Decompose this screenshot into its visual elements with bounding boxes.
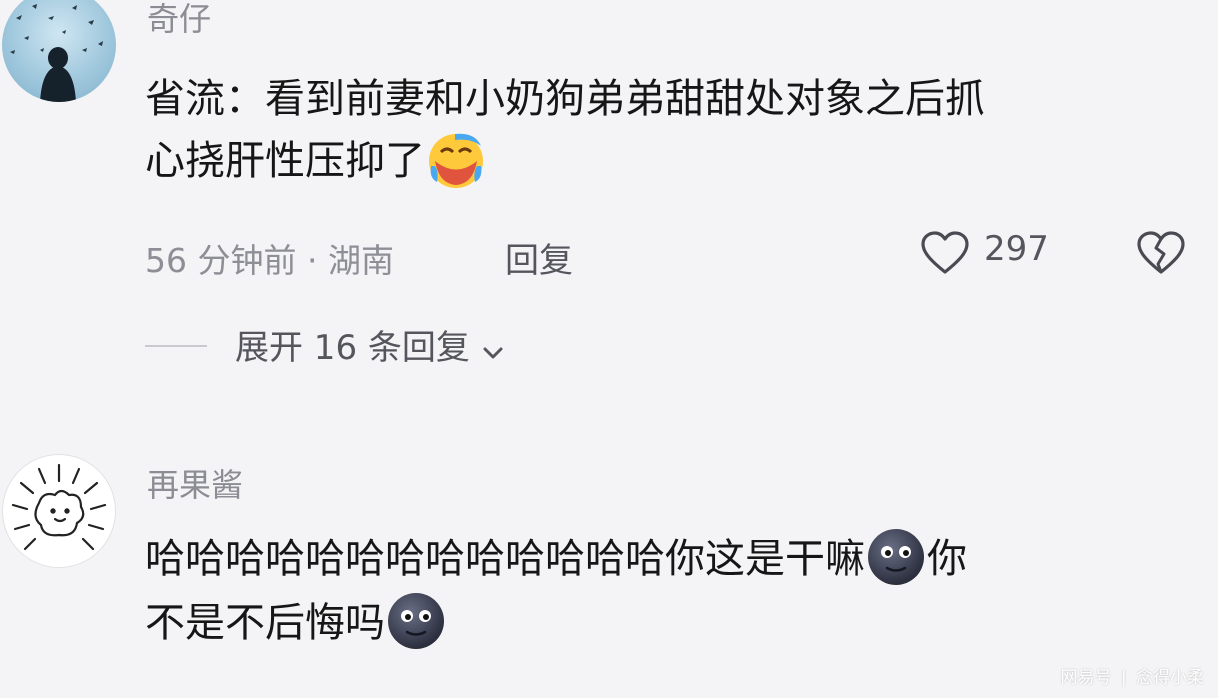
heart-icon: [920, 230, 970, 280]
comment-text: 哈哈哈哈哈哈哈哈哈哈哈哈哈你这是干嘛 你 不是不后悔吗: [145, 528, 1205, 656]
comment-text-segment: 不是不后悔吗: [145, 600, 385, 646]
username[interactable]: 奇仔: [147, 0, 211, 40]
comment-text-line: 省流：看到前妻和小奶狗弟弟甜甜处对象之后抓: [145, 76, 985, 122]
dark-smiley-emoji: [865, 526, 927, 588]
comment-text-segment: 你: [927, 536, 967, 582]
comment-text-line: 不是不后悔吗: [145, 592, 1205, 656]
comment-text: 省流：看到前妻和小奶狗弟弟甜甜处对象之后抓 心挠肝性压抑了: [145, 68, 1195, 194]
avatar[interactable]: [2, 454, 116, 568]
dislike-button[interactable]: [1136, 230, 1188, 278]
watermark-separator: |: [1120, 668, 1127, 688]
like-count: 297: [984, 229, 1049, 269]
expand-replies-button[interactable]: 展开 16 条回复: [235, 320, 505, 370]
reply-button[interactable]: 回复: [505, 233, 573, 282]
broken-heart-icon: [1136, 231, 1186, 280]
watermark-brand: 网易号: [1060, 668, 1112, 688]
comment-item: 奇仔 省流：看到前妻和小奶狗弟弟甜甜处对象之后抓 心挠肝性压抑了 56 分钟前 …: [0, 0, 1218, 380]
watermark: 网易号 | 念得小柔: [1060, 663, 1204, 688]
watermark-author: 念得小柔: [1136, 668, 1204, 688]
chevron-down-icon: [481, 345, 505, 365]
dark-smiley-emoji: [385, 590, 447, 652]
comment-text-line: 心挠肝性压抑了: [145, 130, 1195, 194]
comment-text-segment: 心挠肝性压抑了: [145, 138, 425, 184]
comment-text-segment: 哈哈哈哈哈哈哈哈哈哈哈哈哈你这是干嘛: [145, 536, 865, 582]
avatar-image: [11, 463, 107, 551]
divider: [145, 345, 207, 347]
crying-laughing-emoji: [425, 128, 487, 190]
username[interactable]: 再果酱: [147, 460, 243, 506]
avatar-image: [10, 4, 103, 102]
expand-replies-label: 展开 16 条回复: [235, 328, 470, 368]
comment-item: 再果酱 哈哈哈哈哈哈哈哈哈哈哈哈哈你这是干嘛 你 不是不后悔吗: [0, 440, 1218, 698]
like-button[interactable]: 297: [920, 228, 1060, 280]
comment-meta: 56 分钟前 · 湖南: [145, 241, 394, 280]
comment-text-line: 哈哈哈哈哈哈哈哈哈哈哈哈哈你这是干嘛 你: [145, 528, 1205, 592]
avatar[interactable]: [2, 0, 116, 102]
